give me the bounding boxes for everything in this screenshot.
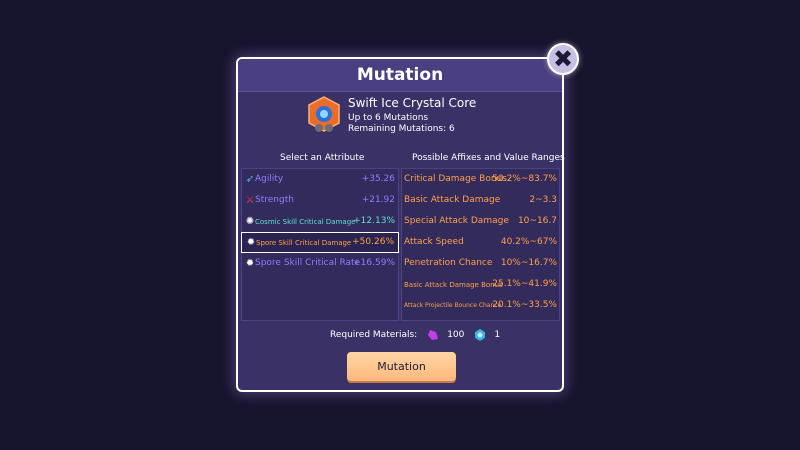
materials-label: Required Materials:: [330, 330, 418, 340]
attribute-row-spore-skill-critical-rate[interactable]: ✹ Spore Skill Critical Rate +16.59%: [241, 254, 399, 274]
crystal-core-icon: [307, 96, 341, 136]
attribute-row-cosmic-skill-critical-damage[interactable]: ✺ Cosmic Skill Critical Damage +12.13%: [241, 212, 399, 232]
attribute-label: Spore Skill Critical Damage: [256, 239, 352, 247]
dialog-title: Mutation: [238, 59, 562, 92]
affix-row: Basic Attack Damage Bonus 25.1%~41.9%: [403, 275, 559, 295]
affix-row: Basic Attack Damage 2~3.3: [403, 191, 559, 211]
affix-label: Basic Attack Damage: [404, 195, 501, 205]
attribute-value: +16.59%: [353, 258, 395, 268]
attribute-label: Agility: [255, 174, 284, 184]
material-count: 1: [494, 330, 501, 340]
required-materials: Required Materials: 100 1: [330, 329, 500, 341]
attributes-header: Select an Attribute: [280, 153, 365, 163]
attribute-value: +35.26: [361, 174, 395, 184]
attribute-label: Cosmic Skill Critical Damage: [255, 218, 356, 226]
mutation-button[interactable]: Mutation: [347, 352, 456, 381]
remaining-mutations: Remaining Mutations: 6: [348, 124, 455, 134]
attribute-value: +21.92: [361, 195, 395, 205]
affix-row: Attack Projectile Bounce Chance 20.1%~33…: [403, 296, 559, 316]
attribute-row-agility[interactable]: ➶ Agility +35.26: [241, 170, 399, 190]
attribute-label: Spore Skill Critical Rate: [255, 258, 361, 268]
affix-label: Attack Speed: [404, 237, 464, 247]
close-button[interactable]: ✖: [547, 43, 579, 75]
mutation-button-label: Mutation: [377, 360, 426, 373]
affix-range: 20.1%~33.5%: [492, 300, 557, 310]
affix-row: Attack Speed 40.2%~67%: [403, 233, 559, 253]
mutation-limit: Up to 6 Mutations: [348, 113, 429, 123]
affix-label: Special Attack Damage: [404, 216, 509, 226]
attribute-label: Strength: [255, 195, 294, 205]
attribute-row-strength[interactable]: ⚔ Strength +21.92: [241, 191, 399, 211]
affix-row: Special Attack Damage 10~16.7: [403, 212, 559, 232]
purple-crystal-icon: [427, 329, 439, 341]
affix-range: 50.2%~83.7%: [492, 174, 557, 184]
affix-label: Attack Projectile Bounce Chance: [404, 302, 502, 309]
affixes-header: Possible Affixes and Value Ranges: [412, 153, 565, 163]
affix-row: Penetration Chance 10%~16.7%: [403, 254, 559, 274]
affix-label: Basic Attack Damage Bonus: [404, 281, 503, 289]
affix-range: 40.2%~67%: [500, 237, 557, 247]
attribute-row-spore-skill-critical-damage[interactable]: ✹ Spore Skill Critical Damage +50.26%: [241, 232, 399, 253]
affix-range: 2~3.3: [529, 195, 557, 205]
affix-row: Critical Damage Bonus 50.2%~83.7%: [403, 170, 559, 190]
core-name: Swift Ice Crystal Core: [348, 96, 477, 110]
attribute-value: +12.13%: [353, 216, 395, 226]
material-count: 100: [447, 330, 465, 340]
attribute-value: +50.26%: [352, 237, 394, 247]
affix-range: 10%~16.7%: [500, 258, 557, 268]
affix-range: 25.1%~41.9%: [492, 279, 557, 289]
affix-range: 10~16.7: [517, 216, 557, 226]
affix-label: Penetration Chance: [404, 258, 493, 268]
close-icon: ✖: [552, 45, 574, 73]
ice-crystal-icon: [474, 329, 486, 341]
